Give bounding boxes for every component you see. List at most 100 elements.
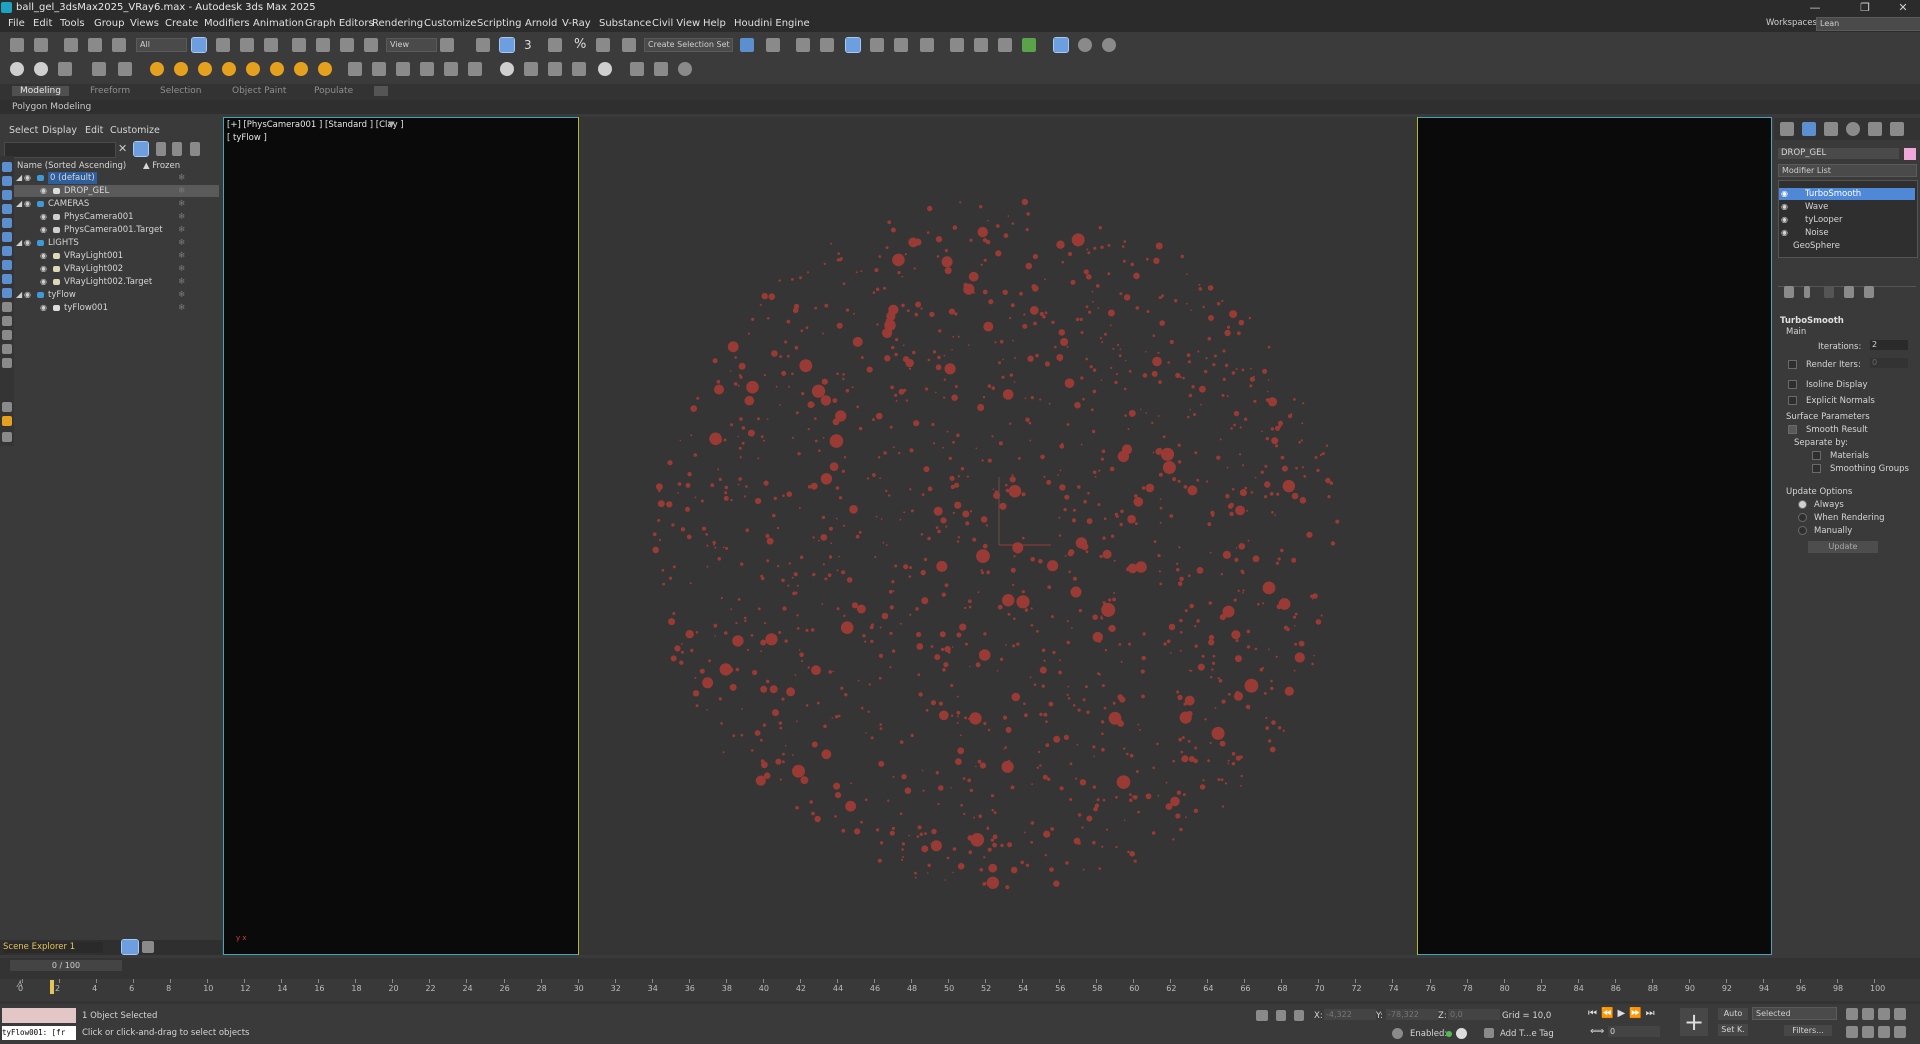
display-containers-icon[interactable] bbox=[2, 288, 12, 298]
menu-vray[interactable]: V-Ray bbox=[562, 18, 591, 29]
configure-sets-icon[interactable] bbox=[1864, 286, 1874, 298]
visibility-eye-icon[interactable]: ◉ bbox=[40, 250, 47, 262]
ambient-light-icon[interactable] bbox=[318, 62, 332, 76]
mirror-icon[interactable] bbox=[740, 38, 754, 52]
lock-icon[interactable] bbox=[156, 142, 166, 156]
texture-icon[interactable] bbox=[548, 62, 562, 76]
x-coord-field[interactable]: -4,322 bbox=[1324, 1009, 1376, 1020]
scene-explorer-toggle-icon[interactable] bbox=[796, 38, 810, 52]
explorer-menu-select[interactable]: Select bbox=[9, 125, 38, 136]
frozen-icon[interactable]: ❄ bbox=[178, 237, 185, 249]
isoline-display-checkbox[interactable] bbox=[1788, 380, 1797, 389]
pan-icon[interactable] bbox=[1862, 1026, 1874, 1038]
vray-settings-icon[interactable] bbox=[654, 62, 668, 76]
explorer-menu-customize[interactable]: Customize bbox=[110, 125, 160, 136]
rollout-title[interactable]: TurboSmooth bbox=[1780, 316, 1844, 326]
highlight-selected-icon[interactable] bbox=[2, 416, 12, 426]
link-icon[interactable] bbox=[64, 38, 78, 52]
rectangular-selection-icon[interactable] bbox=[240, 38, 254, 52]
bind-space-warp-icon[interactable] bbox=[112, 38, 126, 52]
playback-controls[interactable]: ⏮⏪▶⏩⏭ bbox=[1588, 1008, 1659, 1019]
filter-icon[interactable] bbox=[133, 141, 149, 157]
window-crossing-icon[interactable] bbox=[264, 38, 278, 52]
unlink-icon[interactable] bbox=[88, 38, 102, 52]
vray-clipper-icon[interactable] bbox=[444, 62, 458, 76]
object-row[interactable]: ◉ VRayLight001 ❄ bbox=[14, 250, 219, 262]
isolate-selection-icon[interactable] bbox=[1256, 1010, 1268, 1021]
explorer-menu-display[interactable]: Display bbox=[42, 125, 77, 136]
y-coord-field[interactable]: -78,322 bbox=[1386, 1009, 1438, 1020]
transform-mode-icon[interactable] bbox=[1294, 1010, 1304, 1021]
object-row[interactable]: ◉ PhysCamera001.Target ❄ bbox=[14, 224, 219, 236]
omni-light-icon[interactable] bbox=[174, 62, 188, 76]
vray-proxy-icon[interactable] bbox=[348, 62, 362, 76]
tab-object-paint[interactable]: Object Paint bbox=[232, 86, 286, 96]
update-button[interactable]: Update bbox=[1808, 541, 1878, 553]
hierarchy-tab-icon[interactable] bbox=[1824, 122, 1838, 136]
menu-help[interactable]: Help bbox=[703, 18, 726, 29]
minimize-button[interactable]: — bbox=[1800, 1, 1830, 14]
rotate-icon[interactable] bbox=[316, 38, 330, 52]
frozen-icon[interactable]: ❄ bbox=[178, 211, 185, 223]
menu-rendering[interactable]: Rendering bbox=[372, 18, 423, 29]
modifier-stack-item[interactable]: ◉ tyLooper bbox=[1779, 214, 1915, 226]
modifier-stack-item[interactable]: ◉ TurboSmooth bbox=[1779, 188, 1915, 200]
explorer-layer-mode-icon[interactable] bbox=[142, 941, 154, 953]
z-coord-field[interactable]: 0,0 bbox=[1448, 1009, 1500, 1020]
expand-arrow-icon[interactable]: ◢ bbox=[16, 198, 22, 210]
vray-render-icon[interactable] bbox=[1078, 38, 1092, 52]
display-xrefs-icon[interactable] bbox=[2, 260, 12, 270]
explicit-normals-checkbox[interactable] bbox=[1788, 396, 1797, 405]
viewport-sublabel[interactable]: [ tyFlow ] bbox=[227, 133, 267, 143]
create-selection-set-dropdown[interactable]: Create Selection Set bbox=[644, 38, 733, 52]
motion-tab-icon[interactable] bbox=[1846, 122, 1860, 136]
camera-icon[interactable] bbox=[58, 62, 72, 76]
create-tab-icon[interactable] bbox=[1780, 122, 1794, 136]
layer-row[interactable]: ◢ ◉ tyFlow ❄ bbox=[14, 289, 219, 301]
scale-icon[interactable] bbox=[340, 38, 354, 52]
remove-modifier-icon[interactable] bbox=[1844, 286, 1854, 298]
make-unique-icon[interactable] bbox=[1824, 286, 1834, 298]
when-rendering-radio[interactable] bbox=[1798, 513, 1807, 522]
viewport-label[interactable]: [+] [PhysCamera001 ] [Standard ] [Clay ] bbox=[227, 120, 404, 130]
column-frozen-header[interactable]: ▲ Frozen bbox=[143, 161, 180, 171]
zoom-all-icon[interactable] bbox=[1862, 1008, 1874, 1020]
modifier-toggle-eye-icon[interactable]: ◉ bbox=[1781, 227, 1788, 239]
orbit-icon[interactable] bbox=[1878, 1026, 1890, 1038]
enabled-indicator[interactable] bbox=[1446, 1031, 1452, 1037]
frozen-icon[interactable]: ❄ bbox=[178, 250, 185, 262]
layer-explorer-icon[interactable] bbox=[820, 38, 834, 52]
align-icon[interactable] bbox=[766, 38, 780, 52]
visibility-eye-icon[interactable]: ◉ bbox=[40, 302, 47, 314]
smooth-result-checkbox[interactable] bbox=[1788, 425, 1797, 434]
zoom-extents-icon[interactable] bbox=[1878, 1008, 1890, 1020]
visibility-eye-icon[interactable]: ◉ bbox=[40, 276, 47, 288]
selection-lock-icon[interactable] bbox=[1276, 1010, 1286, 1021]
add-time-tag[interactable]: Add T...e Tag bbox=[1500, 1029, 1554, 1039]
display-shapes-icon[interactable] bbox=[2, 176, 12, 186]
maxscript-listener-mini[interactable] bbox=[2, 1008, 76, 1023]
menu-houdini-engine[interactable]: Houdini Engine bbox=[734, 18, 810, 29]
menu-tools[interactable]: Tools bbox=[60, 18, 85, 29]
frozen-icon[interactable]: ❄ bbox=[178, 263, 185, 275]
render-in-cloud-icon[interactable] bbox=[1022, 38, 1036, 52]
schematic-view-icon[interactable] bbox=[894, 38, 908, 52]
maximize-viewport-icon[interactable] bbox=[1894, 1026, 1906, 1038]
layers-icon[interactable] bbox=[190, 142, 200, 156]
explorer-menu-edit[interactable]: Edit bbox=[85, 125, 103, 136]
clear-search-icon[interactable]: ✕ bbox=[118, 142, 127, 155]
teapot-icon[interactable] bbox=[10, 62, 24, 76]
layer-row[interactable]: ◢ ◉ 0 (default) ❄ bbox=[14, 172, 219, 184]
field-of-view-icon[interactable] bbox=[1846, 1026, 1858, 1038]
layer-row[interactable]: ◢ ◉ CAMERAS ❄ bbox=[14, 198, 219, 210]
materials-checkbox[interactable] bbox=[1812, 451, 1821, 460]
plane-icon[interactable] bbox=[118, 62, 132, 76]
frozen-icon[interactable]: ❄ bbox=[178, 224, 185, 236]
chaos-cosmos-icon[interactable] bbox=[630, 62, 644, 76]
smoothing-groups-checkbox[interactable] bbox=[1812, 464, 1821, 473]
menu-civil-view[interactable]: Civil View bbox=[652, 18, 700, 29]
vray-logo-icon[interactable] bbox=[598, 62, 612, 76]
utilities-tab-icon[interactable] bbox=[1890, 122, 1904, 136]
box-icon[interactable] bbox=[92, 62, 106, 76]
render-iters-spinner[interactable]: 0 bbox=[1870, 358, 1908, 368]
